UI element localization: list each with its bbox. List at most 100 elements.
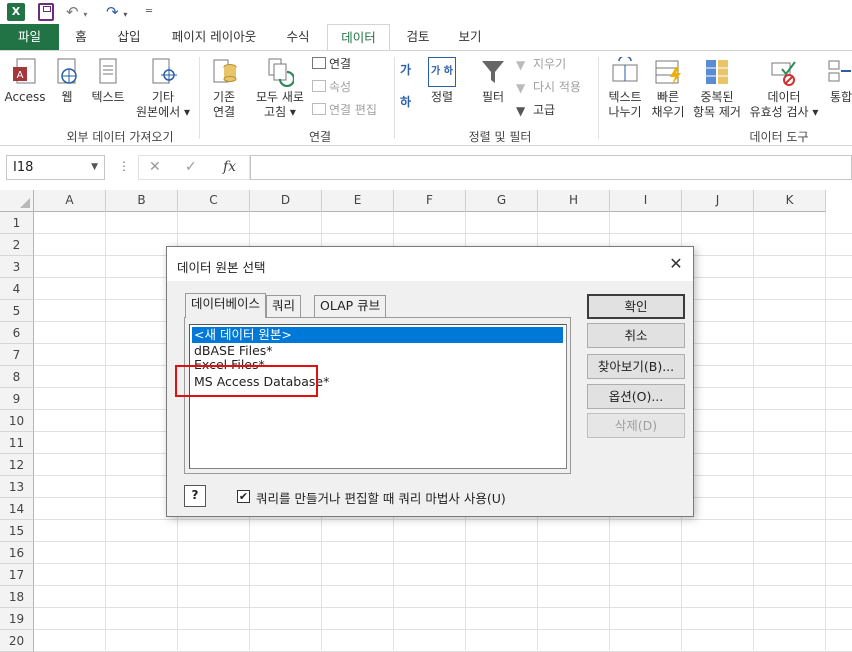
refresh-all-button[interactable]: 모두 새로 고침 ▾ xyxy=(251,57,309,120)
row-header[interactable]: 9 xyxy=(0,388,34,410)
row-header[interactable]: 6 xyxy=(0,322,34,344)
row-header[interactable]: 12 xyxy=(0,454,34,476)
existing-connections-button[interactable]: 기존 연결 xyxy=(204,57,244,120)
connections-button[interactable]: 연결 xyxy=(312,55,351,73)
filter-button[interactable]: 필터 xyxy=(474,57,512,105)
tab-review[interactable]: 검토 xyxy=(396,24,440,50)
flash-fill-icon xyxy=(655,60,681,85)
tab-databases[interactable]: 데이터베이스 xyxy=(185,293,267,318)
row-header[interactable]: 13 xyxy=(0,476,34,498)
connections-label: 연결 xyxy=(329,57,352,71)
query-wizard-checkbox[interactable]: ✔ xyxy=(237,490,250,503)
gridline xyxy=(34,563,852,564)
row-header[interactable]: 19 xyxy=(0,608,34,630)
tab-formulas[interactable]: 수식 xyxy=(276,24,320,50)
column-header[interactable]: B xyxy=(106,190,178,212)
query-wizard-label: 쿼리를 만들거나 편집할 때 쿼리 마법사 사용(U) xyxy=(256,491,506,506)
customize-qat-icon[interactable]: ═ xyxy=(146,3,156,21)
cancel-button[interactable]: 취소 xyxy=(587,323,685,348)
tab-data[interactable]: 데이터 xyxy=(327,24,390,51)
close-icon[interactable]: ✕ xyxy=(665,253,687,275)
clear-label: 지우기 xyxy=(533,57,567,71)
list-item[interactable]: <새 데이터 원본> xyxy=(192,327,563,343)
text-to-columns-button[interactable]: 텍스트 나누기 xyxy=(604,57,646,120)
row-header[interactable]: 16 xyxy=(0,542,34,564)
sort-descending-button[interactable]: 하 xyxy=(400,93,411,111)
separator xyxy=(394,57,395,139)
cancel-icon[interactable]: ✕ xyxy=(149,159,161,175)
column-header[interactable]: K xyxy=(754,190,826,212)
row-header[interactable]: 5 xyxy=(0,300,34,322)
tab-view[interactable]: 보기 xyxy=(448,24,492,50)
row-header[interactable]: 1 xyxy=(0,212,34,234)
ok-button[interactable]: 확인 xyxy=(587,294,685,319)
help-icon[interactable]: ? xyxy=(184,485,206,507)
refresh-icon xyxy=(268,58,294,87)
redo-icon[interactable]: ↷ ▾ xyxy=(106,3,136,21)
web-label: 웹 xyxy=(61,90,73,104)
row-header[interactable]: 20 xyxy=(0,630,34,652)
save-icon[interactable] xyxy=(38,3,54,21)
row-header[interactable]: 3 xyxy=(0,256,34,278)
clear-button: ▼ 지우기 xyxy=(516,55,566,73)
name-box-dropdown-icon[interactable]: ▼ xyxy=(91,156,98,179)
tab-file[interactable]: 파일 xyxy=(0,24,59,50)
consolidate-button[interactable]: 통합 xyxy=(826,57,852,105)
column-header[interactable]: H xyxy=(538,190,610,212)
row-header[interactable]: 18 xyxy=(0,586,34,608)
formula-bar-handle-icon[interactable]: ⋮ xyxy=(118,159,130,173)
tab-page-layout[interactable]: 페이지 레이아웃 xyxy=(160,24,268,50)
data-validation-button[interactable]: 데이터 유효성 검사 ▾ xyxy=(745,57,823,120)
tab-home[interactable]: 홈 xyxy=(62,24,100,50)
validation-label-2: 유효성 검사 ▾ xyxy=(749,105,819,119)
flash-label-2: 채우기 xyxy=(651,105,685,119)
row-header[interactable]: 14 xyxy=(0,498,34,520)
formula-input[interactable] xyxy=(250,155,852,180)
dialog-titlebar: 데이터 원본 선택 ✕ xyxy=(167,247,693,281)
row-header[interactable]: 10 xyxy=(0,410,34,432)
row-header[interactable]: 11 xyxy=(0,432,34,454)
tab-insert[interactable]: 삽입 xyxy=(104,24,154,50)
gridline xyxy=(34,519,852,520)
column-header[interactable]: I xyxy=(610,190,682,212)
access-button[interactable]: A Access xyxy=(4,57,46,105)
enter-icon[interactable]: ✓ xyxy=(185,159,197,175)
sort-button[interactable]: 가 하 정렬 xyxy=(424,57,460,105)
row-header[interactable]: 2 xyxy=(0,234,34,256)
row-header[interactable]: 15 xyxy=(0,520,34,542)
web-button[interactable]: 웹 xyxy=(52,57,82,105)
remove-duplicates-button[interactable]: 중복된 항목 제거 xyxy=(690,57,744,120)
advanced-button[interactable]: ▼ 고급 xyxy=(516,101,555,119)
consolidate-label: 통합 xyxy=(829,90,852,104)
row-header[interactable]: 17 xyxy=(0,564,34,586)
browse-button[interactable]: 찾아보기(B)... xyxy=(587,354,685,379)
insert-function-icon[interactable]: fx xyxy=(223,159,236,175)
other-sources-button[interactable]: 기타 원본에서 ▾ xyxy=(133,57,193,120)
group-label-external: 외부 데이터 가져오기 xyxy=(66,130,174,144)
column-header[interactable]: F xyxy=(394,190,466,212)
highlight-box xyxy=(175,365,318,397)
text-button[interactable]: 텍스트 xyxy=(88,57,128,105)
column-header[interactable]: J xyxy=(682,190,754,212)
flash-label-1: 빠른 xyxy=(656,90,680,104)
tab-queries[interactable]: 쿼리 xyxy=(266,295,302,317)
column-header[interactable]: G xyxy=(466,190,538,212)
remove-duplicates-icon xyxy=(706,60,728,84)
refresh-label-1: 모두 새로 xyxy=(256,90,304,104)
column-header[interactable]: C xyxy=(178,190,250,212)
name-box[interactable]: I18 ▼ xyxy=(6,155,105,180)
row-header[interactable]: 7 xyxy=(0,344,34,366)
select-all-corner[interactable] xyxy=(0,190,34,212)
options-button[interactable]: 옵션(O)... xyxy=(587,384,685,409)
column-header[interactable]: E xyxy=(322,190,394,212)
column-header[interactable]: D xyxy=(250,190,322,212)
undo-icon[interactable]: ↶ ▾ xyxy=(66,3,96,21)
row-header[interactable]: 8 xyxy=(0,366,34,388)
row-header[interactable]: 4 xyxy=(0,278,34,300)
flash-fill-button[interactable]: 빠른 채우기 xyxy=(648,57,688,120)
separator xyxy=(598,57,599,139)
sort-ascending-button[interactable]: 가 xyxy=(400,61,411,79)
tab-olap-cubes[interactable]: OLAP 큐브 xyxy=(314,295,387,317)
column-header[interactable]: A xyxy=(34,190,106,212)
advanced-label: 고급 xyxy=(533,103,556,117)
